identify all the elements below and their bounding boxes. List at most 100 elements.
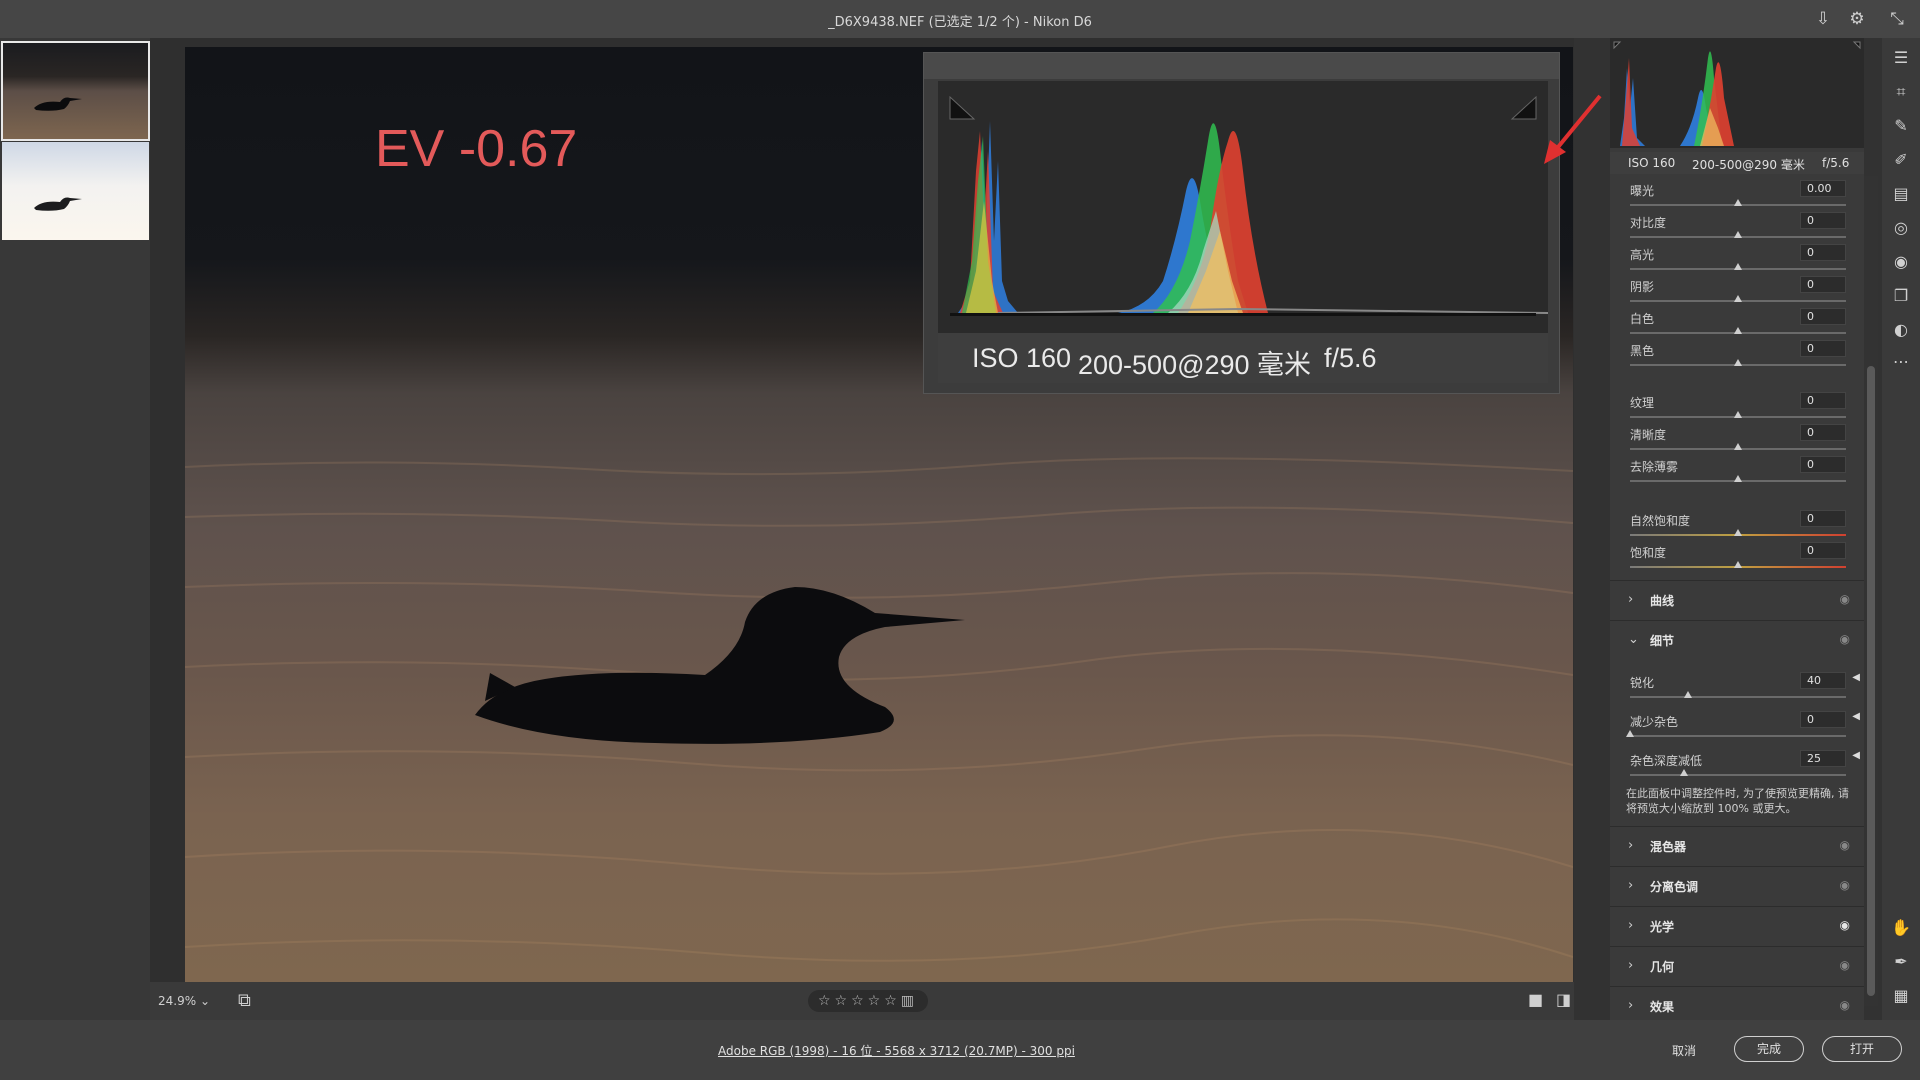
filmstrip-thumbnail[interactable] [2, 142, 149, 240]
star-icon[interactable]: ☆ [835, 993, 852, 1009]
slider-thumb[interactable] [1734, 199, 1742, 206]
slider-detail[interactable]: 锐化 40 ◀ [1610, 672, 1864, 704]
star-icon[interactable]: ☆ [868, 993, 885, 1009]
filmstrip-thumbnail[interactable] [1, 41, 150, 141]
slider-thumb[interactable] [1734, 561, 1742, 568]
more-icon[interactable]: ⋯ [1889, 350, 1913, 374]
slider-track[interactable] [1630, 735, 1846, 737]
gradient-icon[interactable]: ▤ [1889, 182, 1913, 206]
slider-basic[interactable]: 对比度 0 [1610, 212, 1864, 244]
slider-value-input[interactable]: 0 [1800, 711, 1846, 728]
slider-thumb[interactable] [1734, 327, 1742, 334]
section-optics[interactable]: › 光学 ◉ [1610, 906, 1864, 944]
section-title: 效果 [1650, 1000, 1675, 1014]
slider-value-input[interactable]: 0 [1800, 340, 1846, 357]
filmstrip-toggle-icon[interactable]: ⧉ [238, 990, 251, 1011]
slider-value-input[interactable]: 0 [1800, 424, 1846, 441]
workflow-options-link[interactable]: Adobe RGB (1998) - 16 位 - 5568 x 3712 (2… [718, 1042, 1075, 1059]
rating-stars[interactable]: ☆☆☆☆☆▥ [808, 990, 928, 1012]
color-sampler-icon[interactable]: ✒ [1889, 950, 1913, 974]
slider-value-input[interactable]: 0.00 [1800, 180, 1846, 197]
slider-label: 去除薄雾 [1630, 460, 1679, 474]
snapshots-icon[interactable]: ◐ [1889, 318, 1913, 342]
zoom-level[interactable]: 24.9% ⌄ [158, 994, 210, 1008]
gear-icon[interactable]: ⚙ [1846, 8, 1868, 30]
panel-scrollbar[interactable] [1864, 176, 1878, 1006]
slider-basic[interactable]: 曝光 0.00 [1610, 180, 1864, 212]
slider-value-input[interactable]: 0 [1800, 542, 1846, 559]
eye-icon[interactable]: ◉ [1840, 958, 1850, 972]
healing-icon[interactable]: ✎ [1889, 114, 1913, 138]
section-split-toning[interactable]: › 分离色调 ◉ [1610, 866, 1864, 904]
slider-basic[interactable]: 高光 0 [1610, 244, 1864, 276]
radial-filter-icon[interactable]: ◎ [1889, 216, 1913, 240]
open-button[interactable]: 打开 [1822, 1036, 1902, 1062]
reset-arrow-icon[interactable]: ◀ [1852, 750, 1860, 761]
slider-basic[interactable]: 阴影 0 [1610, 276, 1864, 308]
slider-thumb[interactable] [1734, 231, 1742, 238]
image-canvas[interactable]: EV -0.67 ISO 160 200-500@290 毫米 f/5.6 [150, 38, 1602, 1020]
slider-color[interactable]: 饱和度 0 [1610, 542, 1864, 574]
grid-icon[interactable]: ▦ [1889, 984, 1913, 1008]
eye-icon[interactable]: ◉ [1840, 592, 1850, 606]
eye-icon[interactable]: ◉ [1840, 918, 1850, 932]
reset-arrow-icon[interactable]: ◀ [1852, 672, 1860, 683]
section-geometry[interactable]: › 几何 ◉ [1610, 946, 1864, 984]
slider-track[interactable] [1630, 774, 1846, 776]
section-curves[interactable]: › 曲线 ◉ [1610, 580, 1864, 618]
slider-thumb[interactable] [1734, 263, 1742, 270]
slider-thumb[interactable] [1680, 769, 1688, 776]
done-button[interactable]: 完成 [1734, 1036, 1804, 1062]
slider-value-input[interactable]: 0 [1800, 308, 1846, 325]
single-view-icon[interactable]: ■ [1528, 990, 1543, 1009]
eye-icon[interactable]: ◉ [1840, 878, 1850, 892]
slider-thumb[interactable] [1684, 691, 1693, 698]
eye-icon[interactable]: ◉ [1840, 838, 1850, 852]
cancel-button[interactable]: 取消 [1672, 1042, 1696, 1059]
eye-icon[interactable]: ◉ [1840, 998, 1850, 1012]
save-icon[interactable]: ⇩ [1812, 8, 1834, 30]
slider-thumb[interactable] [1734, 475, 1742, 482]
star-icon[interactable]: ☆ [851, 993, 868, 1009]
section-effects[interactable]: › 效果 ◉ [1610, 986, 1864, 1020]
slider-thumb[interactable] [1734, 443, 1742, 450]
before-after-icon[interactable]: ◨ [1556, 990, 1571, 1009]
section-mixer[interactable]: › 混色器 ◉ [1610, 826, 1864, 864]
reset-arrow-icon[interactable]: ◀ [1852, 711, 1860, 722]
chevron-down-icon: ⌄ [1628, 632, 1639, 647]
slider-presence[interactable]: 清晰度 0 [1610, 424, 1864, 456]
star-icon[interactable]: ☆ [818, 993, 835, 1009]
eye-icon[interactable]: ◉ [1840, 632, 1850, 646]
slider-presence[interactable]: 纹理 0 [1610, 392, 1864, 424]
slider-thumb[interactable] [1734, 359, 1742, 366]
star-icon[interactable]: ☆ [884, 993, 901, 1009]
presets-icon[interactable]: ❐ [1889, 284, 1913, 308]
edit-sliders-icon[interactable]: ☰ [1889, 46, 1913, 70]
slider-thumb[interactable] [1734, 529, 1742, 536]
brush-icon[interactable]: ✐ [1889, 148, 1913, 172]
trash-icon[interactable]: ▥ [901, 993, 918, 1009]
slider-value-input[interactable]: 25 [1800, 750, 1846, 767]
hand-icon[interactable]: ✋ [1889, 916, 1913, 940]
slider-detail[interactable]: 杂色深度减低 25 ◀ [1610, 750, 1864, 782]
slider-value-input[interactable]: 40 [1800, 672, 1846, 689]
slider-basic[interactable]: 白色 0 [1610, 308, 1864, 340]
slider-value-input[interactable]: 0 [1800, 244, 1846, 261]
red-eye-icon[interactable]: ◉ [1889, 250, 1913, 274]
slider-thumb[interactable] [1734, 411, 1742, 418]
slider-color[interactable]: 自然饱和度 0 [1610, 510, 1864, 542]
slider-value-input[interactable]: 0 [1800, 276, 1846, 293]
slider-value-input[interactable]: 0 [1800, 510, 1846, 527]
collapse-icon[interactable]: ⤡ [1886, 8, 1908, 30]
slider-detail[interactable]: 减少杂色 0 ◀ [1610, 711, 1864, 743]
slider-thumb[interactable] [1626, 730, 1634, 737]
slider-value-input[interactable]: 0 [1800, 392, 1846, 409]
slider-thumb[interactable] [1734, 295, 1742, 302]
slider-track[interactable] [1630, 696, 1846, 698]
crop-icon[interactable]: ⌗ [1889, 80, 1913, 104]
slider-value-input[interactable]: 0 [1800, 456, 1846, 473]
slider-value-input[interactable]: 0 [1800, 212, 1846, 229]
slider-basic[interactable]: 黑色 0 [1610, 340, 1864, 372]
slider-presence[interactable]: 去除薄雾 0 [1610, 456, 1864, 488]
section-detail[interactable]: ⌄ 细节 ◉ [1610, 620, 1864, 658]
